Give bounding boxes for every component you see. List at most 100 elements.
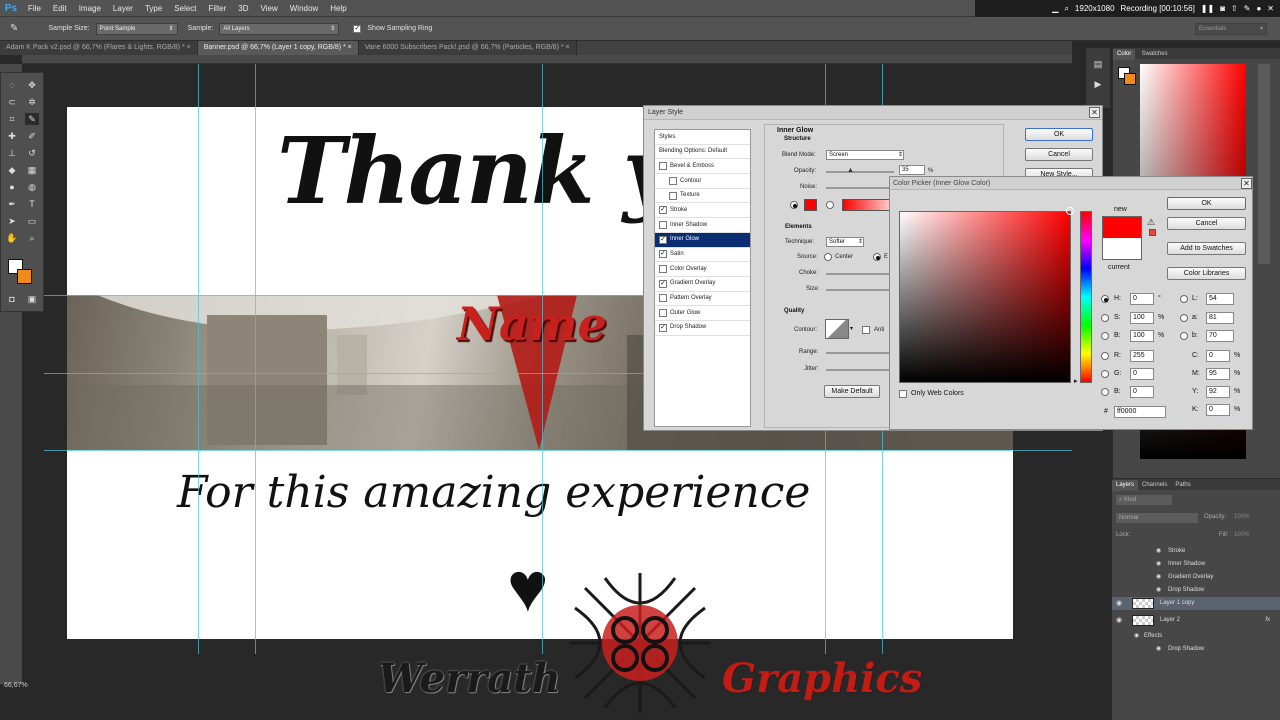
healing-brush-icon[interactable]: ✚ <box>5 130 19 142</box>
gradient-tool-icon[interactable]: ▦ <box>25 164 39 176</box>
layer-filter-select[interactable]: ⌕ Kind <box>1116 495 1172 505</box>
menu-view[interactable]: View <box>255 0 284 17</box>
effect-eye-icon[interactable]: ◉ <box>1156 643 1161 656</box>
guide-vertical[interactable] <box>198 64 199 654</box>
menu-help[interactable]: Help <box>324 0 352 17</box>
style-checkbox[interactable]: ✓ <box>659 250 667 259</box>
opacity-slider-handle[interactable]: ▲ <box>847 167 854 174</box>
hand-tool-icon[interactable]: ✋ <box>5 232 19 244</box>
tab-layers[interactable]: Layers <box>1112 480 1139 491</box>
actions-panel-icon[interactable]: ▶ <box>1091 78 1105 90</box>
visibility-eye-icon[interactable]: ◉ <box>1116 614 1122 627</box>
close-icon[interactable]: ✕ <box>1089 107 1100 118</box>
zoom-tool-icon[interactable]: ⌕ <box>25 232 39 244</box>
menu-3d[interactable]: 3D <box>232 0 254 17</box>
style-checkbox[interactable] <box>659 309 667 318</box>
type-tool-icon[interactable]: T <box>25 198 39 210</box>
tab-paths[interactable]: Paths <box>1171 480 1194 491</box>
style-checkbox[interactable] <box>659 220 667 229</box>
saturation-radio[interactable] <box>1101 314 1109 322</box>
style-item-inner-glow[interactable]: ✓ Inner Glow <box>655 232 750 248</box>
green-radio[interactable] <box>1101 370 1109 378</box>
c-input[interactable]: 0 <box>1206 350 1230 362</box>
sample-size-select[interactable]: Point Sample ⇕ <box>95 22 178 35</box>
layer-opacity-value[interactable]: 100% <box>1234 514 1249 520</box>
hue-slider[interactable] <box>1080 211 1092 383</box>
cancel-button[interactable]: Cancel <box>1167 217 1246 230</box>
effect-eye-icon[interactable]: ◉ <box>1134 630 1139 643</box>
style-item-outer-glow[interactable]: Outer Glow <box>655 306 750 321</box>
pause-icon[interactable]: ❚❚ <box>1201 4 1214 13</box>
y-input[interactable]: 92 <box>1206 386 1230 398</box>
marquee-tool-icon[interactable]: ◌ <box>5 79 19 91</box>
m-input[interactable]: 95 <box>1206 368 1230 380</box>
screen-mode-icon[interactable]: ▣ <box>25 293 39 305</box>
warning-icon[interactable]: ⚠ <box>1147 217 1155 228</box>
red-radio[interactable] <box>1101 352 1109 360</box>
menu-layer[interactable]: Layer <box>107 0 139 17</box>
cancel-button[interactable]: Cancel <box>1025 148 1093 161</box>
add-to-swatches-button[interactable]: Add to Swatches <box>1167 242 1246 255</box>
effect-eye-icon[interactable]: ◉ <box>1156 571 1161 584</box>
only-web-colors-checkbox[interactable] <box>899 390 907 398</box>
style-checkbox[interactable] <box>659 294 667 303</box>
gradient-radio[interactable] <box>826 201 834 209</box>
glow-color-swatch[interactable] <box>804 199 817 211</box>
fx-icon[interactable]: fx <box>1265 614 1270 627</box>
tab-color[interactable]: Color <box>1113 49 1136 60</box>
style-checkbox[interactable]: ✓ <box>659 279 667 288</box>
pen-tool-icon[interactable]: ✒ <box>5 198 19 210</box>
color-radio[interactable] <box>790 201 798 209</box>
move-tool-icon[interactable]: ✥ <box>25 79 39 91</box>
gamut-warning-swatch[interactable] <box>1149 229 1156 236</box>
guide-vertical[interactable] <box>542 64 543 654</box>
style-item-styles[interactable]: Styles <box>655 130 750 145</box>
close-icon[interactable]: ✕ <box>1267 4 1274 13</box>
style-checkbox[interactable] <box>659 265 667 274</box>
quick-mask-icon[interactable]: ◘ <box>5 293 19 305</box>
tab-channels[interactable]: Channels <box>1138 480 1171 491</box>
effect-eye-icon[interactable]: ◉ <box>1156 558 1161 571</box>
lasso-tool-icon[interactable]: ⊂ <box>5 96 19 108</box>
upload-icon[interactable]: ⇧ <box>1231 4 1238 13</box>
h-input[interactable]: 0 <box>1130 293 1154 305</box>
dodge-tool-icon[interactable]: ◍ <box>25 181 39 193</box>
glow-gradient-swatch[interactable] <box>842 199 892 211</box>
make-default-button[interactable]: Make Default <box>824 385 880 398</box>
color-field-marker[interactable] <box>1066 207 1074 215</box>
history-brush-icon[interactable]: ↺ <box>25 147 39 159</box>
menu-image[interactable]: Image <box>73 0 107 17</box>
range-slider[interactable] <box>826 352 894 354</box>
lab-b-radio[interactable] <box>1180 332 1188 340</box>
opacity-slider[interactable] <box>826 171 894 173</box>
history-panel-icon[interactable]: ▤ <box>1091 58 1105 70</box>
fill-value[interactable]: 100% <box>1234 532 1249 538</box>
close-icon[interactable]: ✕ <box>1241 178 1252 189</box>
guide-horizontal[interactable] <box>44 450 1072 451</box>
color-libraries-button[interactable]: Color Libraries <box>1167 267 1246 280</box>
guide-vertical[interactable] <box>255 64 256 654</box>
a-radio[interactable] <box>1180 314 1188 322</box>
choke-slider[interactable] <box>826 273 894 275</box>
hex-input[interactable]: ff0000 <box>1114 406 1166 418</box>
style-item-drop-shadow[interactable]: ✓ Drop Shadow <box>655 321 750 336</box>
clone-stamp-icon[interactable]: ⊥ <box>5 147 19 159</box>
workspace-select[interactable]: Essentials ▾ <box>1195 23 1267 35</box>
document-tab[interactable]: Vane 6000 Subscribers Pack!.psd @ 66,7% … <box>358 41 577 55</box>
antialias-checkbox[interactable] <box>862 326 870 334</box>
technique-select[interactable]: Softer ⇕ <box>826 237 864 247</box>
jitter-slider[interactable] <box>826 369 894 371</box>
effect-eye-icon[interactable]: ◉ <box>1156 545 1161 558</box>
k-input[interactable]: 0 <box>1206 404 1230 416</box>
document-tab[interactable]: Banner.psd @ 66,7% (Layer 1 copy, RGB/8)… <box>197 41 359 55</box>
s-input[interactable]: 100 <box>1130 312 1154 324</box>
style-item-stroke[interactable]: ✓ Stroke <box>655 203 750 219</box>
a-input[interactable]: 81 <box>1206 312 1234 324</box>
layer-effect-row[interactable]: ◉ Effects <box>1112 630 1280 643</box>
style-item-contour[interactable]: Contour <box>655 174 750 189</box>
menu-window[interactable]: Window <box>284 0 324 17</box>
size-slider[interactable] <box>826 289 894 291</box>
visibility-eye-icon[interactable]: ◉ <box>1116 597 1122 610</box>
style-item-inner-shadow[interactable]: Inner Shadow <box>655 218 750 233</box>
minimize-icon[interactable]: ▁ <box>1052 4 1058 13</box>
